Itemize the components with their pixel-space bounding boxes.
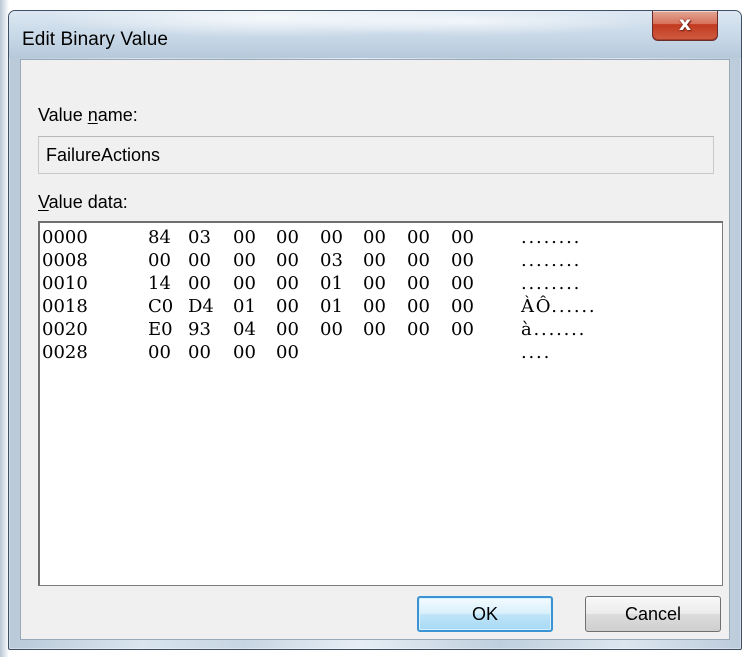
value-data-label: Value data: [38,192,128,212]
hex-byte[interactable]: 04 [233,319,267,341]
hex-byte[interactable]: 00 [407,227,441,249]
row-offset: 0008 [42,250,88,271]
title-bar[interactable]: Edit Binary Value x [9,11,741,58]
ascii-preview: ........ [521,273,582,294]
hex-byte[interactable]: 01 [233,296,267,318]
hex-byte[interactable]: C0 [148,296,182,318]
dialog-client-area: Value name: FailureActions Value data: 0… [20,59,730,640]
row-offset: 0018 [42,296,88,317]
row-offset: 0020 [42,319,88,340]
row-offset: 0028 [42,342,88,363]
hex-byte[interactable]: 00 [276,342,310,364]
hex-byte[interactable]: 00 [233,342,267,364]
hex-byte[interactable]: 00 [451,296,485,318]
hex-byte[interactable]: 00 [451,273,485,295]
hex-byte[interactable]: 00 [188,342,222,364]
cancel-button[interactable]: Cancel [585,596,721,632]
value-name-access-key: n [87,105,98,125]
hex-byte[interactable]: 00 [276,319,310,341]
hex-byte[interactable]: 00 [407,273,441,295]
hex-byte[interactable]: 00 [148,250,182,272]
hex-byte[interactable]: 00 [407,250,441,272]
ascii-preview: ........ [521,227,582,248]
value-name-field[interactable]: FailureActions [38,136,714,174]
hex-byte[interactable]: 00 [451,319,485,341]
hex-byte[interactable]: 00 [407,296,441,318]
close-button[interactable]: x [652,11,718,41]
value-data-access-key: V [38,192,49,212]
hex-byte[interactable]: 01 [320,296,354,318]
row-offset: 0000 [42,227,88,248]
hex-byte[interactable]: 00 [363,250,397,272]
hex-byte[interactable]: 00 [276,250,310,272]
hex-byte[interactable]: 00 [148,342,182,364]
dialog-title: Edit Binary Value [22,29,169,50]
hex-byte[interactable]: 00 [188,250,222,272]
hex-byte[interactable]: 00 [276,227,310,249]
hex-byte[interactable]: 00 [320,227,354,249]
screen-top-background [0,0,750,10]
ascii-preview: ÀÔ...... [521,296,597,317]
hex-byte[interactable]: D4 [188,296,222,318]
hex-byte[interactable]: 00 [320,319,354,341]
hex-byte[interactable]: 00 [363,296,397,318]
hex-byte[interactable]: 00 [363,273,397,295]
edit-binary-value-dialog: Edit Binary Value x Value name: FailureA… [8,10,742,650]
hex-byte[interactable]: 01 [320,273,354,295]
hex-byte[interactable]: 03 [320,250,354,272]
hex-byte[interactable]: 00 [276,296,310,318]
ascii-preview: à....... [521,319,587,340]
hex-byte[interactable]: 14 [148,273,182,295]
hex-byte[interactable]: E0 [148,319,182,341]
hex-byte[interactable]: 00 [451,250,485,272]
hex-byte[interactable]: 00 [276,273,310,295]
hex-byte[interactable]: 00 [233,273,267,295]
ok-button[interactable]: OK [417,596,553,632]
ascii-preview: ........ [521,250,582,271]
binary-value-editor[interactable]: 0000 84 03 00 00 00 00 00 00 ........ 00… [38,221,723,586]
hex-byte[interactable]: 00 [363,227,397,249]
hex-byte[interactable]: 00 [233,250,267,272]
hex-byte[interactable]: 00 [407,319,441,341]
hex-byte[interactable]: 93 [188,319,222,341]
hex-byte[interactable]: 00 [363,319,397,341]
row-offset: 0010 [42,273,88,294]
hex-byte[interactable]: 03 [188,227,222,249]
hex-byte[interactable]: 84 [148,227,182,249]
close-icon: x [678,13,692,35]
value-name-label: Value name: [38,105,138,125]
hex-byte[interactable]: 00 [451,227,485,249]
hex-byte[interactable]: 00 [188,273,222,295]
ascii-preview: .... [521,342,552,363]
hex-byte[interactable]: 00 [233,227,267,249]
